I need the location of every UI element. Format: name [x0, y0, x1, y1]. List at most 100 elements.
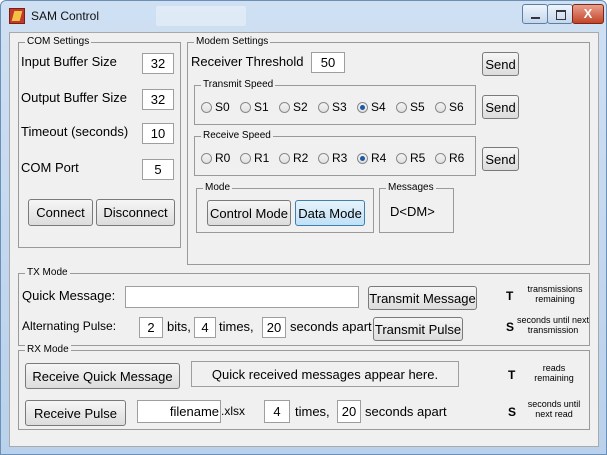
- modem-settings-legend: Modem Settings: [194, 36, 271, 48]
- control-mode-button[interactable]: Control Mode: [207, 200, 291, 226]
- receive-pulse-button[interactable]: Receive Pulse: [25, 400, 126, 426]
- rx-seconds-count: S: [508, 405, 517, 419]
- radio-r1[interactable]: R1: [240, 151, 269, 165]
- bits-field[interactable]: [139, 317, 163, 338]
- minimize-button[interactable]: [522, 4, 548, 24]
- tx-seconds-field[interactable]: [262, 317, 286, 338]
- transmit-pulse-button[interactable]: Transmit Pulse: [373, 317, 463, 341]
- timeout-field[interactable]: [142, 123, 174, 144]
- file-extension-label: .xlsx: [221, 404, 245, 418]
- tx-mode-panel: TX Mode Quick Message: Transmit Message …: [18, 267, 590, 346]
- radio-button-icon: [396, 102, 407, 113]
- transmit-message-button[interactable]: Transmit Message: [368, 286, 477, 310]
- radio-button-icon: [201, 102, 212, 113]
- rx-seconds-caption: seconds until next read: [527, 399, 581, 419]
- filename-field[interactable]: [137, 400, 221, 423]
- tx-mode-legend: TX Mode: [25, 267, 70, 279]
- radio-s4[interactable]: S4: [357, 100, 386, 114]
- receive-quick-message-button[interactable]: Receive Quick Message: [25, 363, 180, 389]
- radio-r6-label: R6: [449, 151, 465, 165]
- rx-mode-legend: RX Mode: [25, 344, 71, 356]
- maximize-button[interactable]: [547, 4, 573, 24]
- receiver-threshold-label: Receiver Threshold: [191, 54, 304, 69]
- radio-r4-label: R4: [371, 151, 387, 165]
- radio-s2[interactable]: S2: [279, 100, 308, 114]
- title-bar[interactable]: SAM Control X: [1, 1, 606, 31]
- alternating-pulse-label: Alternating Pulse:: [22, 319, 117, 333]
- maximize-icon: [556, 10, 566, 20]
- radio-s5[interactable]: S5: [396, 100, 425, 114]
- data-mode-button[interactable]: Data Mode: [295, 200, 365, 226]
- radio-r5-label: R5: [410, 151, 426, 165]
- radio-s0-label: S0: [215, 100, 230, 114]
- send-transmit-speed-button[interactable]: Send: [482, 95, 519, 119]
- output-buffer-field[interactable]: [142, 89, 174, 110]
- radio-button-selected-icon: [357, 153, 368, 164]
- radio-r4[interactable]: R4: [357, 151, 386, 165]
- radio-s4-label: S4: [371, 100, 386, 114]
- output-buffer-label: Output Buffer Size: [21, 90, 127, 105]
- radio-r3-label: R3: [332, 151, 348, 165]
- radio-r0[interactable]: R0: [201, 151, 230, 165]
- close-button[interactable]: X: [572, 4, 604, 24]
- quick-received-text: Quick received messages appear here.: [211, 367, 439, 382]
- quick-message-input[interactable]: [125, 286, 359, 308]
- radio-button-selected-icon: [357, 102, 368, 113]
- figure-client-area: COM Settings Input Buffer Size Output Bu…: [9, 32, 599, 447]
- radio-s3-label: S3: [332, 100, 347, 114]
- radio-s1-label: S1: [254, 100, 269, 114]
- disconnect-button[interactable]: Disconnect: [96, 199, 175, 226]
- radio-s2-label: S2: [293, 100, 308, 114]
- rx-reads-caption: reads remaining: [534, 363, 574, 383]
- rx-mode-panel: RX Mode Receive Quick Message Quick rece…: [18, 344, 590, 430]
- radio-button-icon: [279, 153, 290, 164]
- receive-speed-panel: Receive Speed R0 R1 R2 R3 R4 R5 R6: [194, 130, 476, 176]
- transmit-speed-legend: Transmit Speed: [201, 79, 276, 91]
- com-port-field[interactable]: [142, 159, 174, 180]
- timeout-label: Timeout (seconds): [21, 124, 129, 139]
- radio-r3[interactable]: R3: [318, 151, 347, 165]
- radio-button-icon: [435, 153, 446, 164]
- radio-button-icon: [201, 153, 212, 164]
- radio-s6-label: S6: [449, 100, 464, 114]
- radio-s0[interactable]: S0: [201, 100, 230, 114]
- radio-r6[interactable]: R6: [435, 151, 464, 165]
- tx-seconds-label: seconds apart: [290, 319, 372, 334]
- send-receive-speed-button[interactable]: Send: [482, 147, 519, 171]
- input-buffer-field[interactable]: [142, 53, 174, 74]
- messages-value: D<DM>: [390, 204, 435, 219]
- radio-r0-label: R0: [215, 151, 231, 165]
- transmit-speed-panel: Transmit Speed S0 S1 S2 S3 S4 S5 S6: [194, 79, 476, 125]
- close-icon: X: [583, 6, 593, 21]
- quick-received-display: Quick received messages appear here.: [191, 361, 459, 387]
- rx-reads-count: T: [508, 368, 516, 382]
- tx-times-field[interactable]: [194, 317, 216, 338]
- rx-seconds-label: seconds apart: [365, 404, 447, 419]
- radio-s3[interactable]: S3: [318, 100, 347, 114]
- com-settings-panel: COM Settings Input Buffer Size Output Bu…: [18, 36, 181, 248]
- receiver-threshold-field[interactable]: [311, 52, 345, 73]
- radio-r2[interactable]: R2: [279, 151, 308, 165]
- connect-button[interactable]: Connect: [28, 199, 93, 226]
- radio-r5[interactable]: R5: [396, 151, 425, 165]
- radio-button-icon: [240, 102, 251, 113]
- rx-times-field[interactable]: [264, 400, 290, 423]
- radio-s6[interactable]: S6: [435, 100, 464, 114]
- tx-transmissions-caption: transmissions remaining: [527, 284, 583, 304]
- radio-button-icon: [279, 102, 290, 113]
- rx-seconds-field[interactable]: [337, 400, 361, 423]
- matlab-app-icon: [9, 8, 25, 24]
- quick-message-label: Quick Message:: [22, 288, 116, 303]
- app-window: SAM Control X COM Settings Input Buffer …: [0, 0, 607, 455]
- radio-s1[interactable]: S1: [240, 100, 269, 114]
- com-port-label: COM Port: [21, 160, 79, 175]
- radio-button-icon: [435, 102, 446, 113]
- send-threshold-button[interactable]: Send: [482, 52, 519, 76]
- input-buffer-label: Input Buffer Size: [21, 54, 117, 69]
- radio-r1-label: R1: [254, 151, 270, 165]
- receive-speed-legend: Receive Speed: [201, 130, 273, 142]
- messages-panel: Messages D<DM>: [379, 182, 454, 233]
- mode-legend: Mode: [203, 182, 233, 194]
- title-bar-reflection: [156, 6, 246, 26]
- modem-settings-panel: Modem Settings Receiver Threshold Send T…: [187, 36, 590, 265]
